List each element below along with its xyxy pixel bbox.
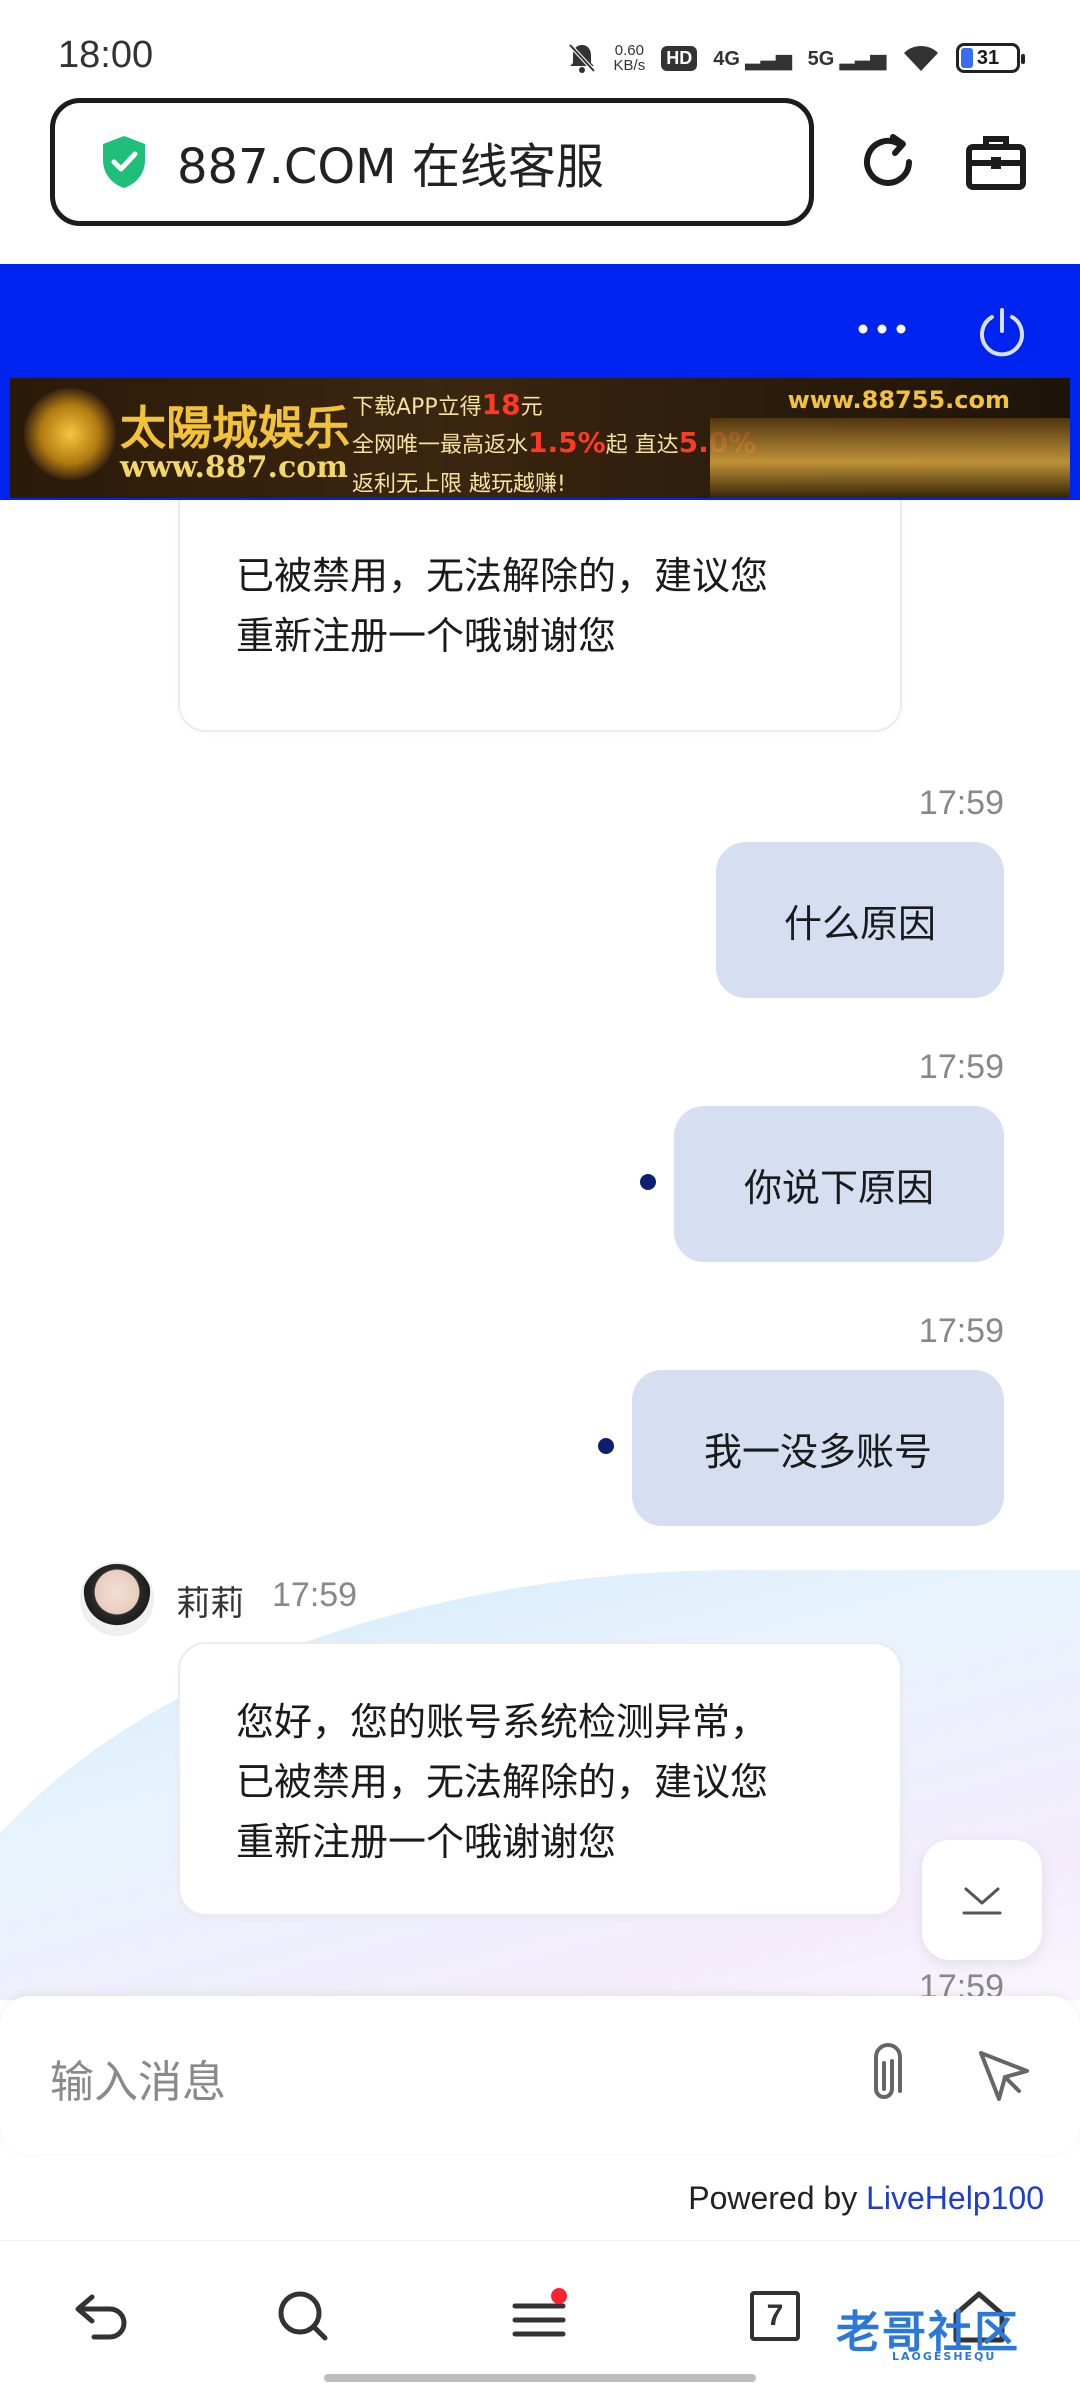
message-time: 17:59 xyxy=(918,1312,1004,1350)
unread-dot-icon xyxy=(598,1438,614,1454)
status-time: 18:00 xyxy=(58,34,154,76)
agent-message-bubble: 您好，您的账号系统检测异常， 已被禁用，无法解除的，建议您 重新注册一个哦谢谢您 xyxy=(178,1642,902,1916)
message-composer: 输入消息 xyxy=(0,1996,1080,2154)
more-icon xyxy=(858,324,906,334)
paperclip-icon xyxy=(874,2043,902,2099)
sun-logo-icon xyxy=(24,388,116,480)
chevron-down-icon xyxy=(962,1887,1002,1915)
more-button[interactable] xyxy=(852,304,912,354)
send-button[interactable] xyxy=(970,2042,1036,2108)
chat-area[interactable]: 已被禁用，无法解除的，建议您 重新注册一个哦谢谢您 17:59 什么原因 17:… xyxy=(0,500,1080,2000)
back-button[interactable] xyxy=(66,2281,136,2351)
search-button[interactable] xyxy=(268,2281,338,2351)
unread-dot-icon xyxy=(640,1174,656,1190)
refresh-button[interactable] xyxy=(852,126,924,198)
battery-icon: 31 xyxy=(956,43,1025,73)
casino-building-image xyxy=(710,418,1070,498)
power-icon xyxy=(980,308,1024,357)
refresh-icon xyxy=(864,134,912,186)
toolbox-button[interactable] xyxy=(960,126,1032,198)
banner-url-right: www.88755.com xyxy=(787,386,1010,414)
shield-check-icon xyxy=(103,136,145,188)
sim2-signal-icon: 5G ▂▃▅ xyxy=(807,47,886,70)
status-icons: 0.60 KB/s HD 4G ▂▃▅ 5G ▂▃▅ 31 xyxy=(566,36,1025,80)
banner-url-left: www.887.com xyxy=(120,450,348,485)
address-text: 887.COM 在线客服 xyxy=(177,139,604,195)
user-message-bubble: 你说下原因 xyxy=(674,1106,1004,1262)
menu-button[interactable] xyxy=(504,2281,574,2351)
send-icon xyxy=(979,2051,1029,2101)
watermark-logo: 老哥社区 LAOGESHEQU xyxy=(836,2307,1020,2363)
promo-banner[interactable]: 太陽城娛乐 www.887.com 下载APP立得18元 全网唯一最高返水1.5… xyxy=(10,378,1070,498)
user-message-bubble: 什么原因 xyxy=(716,842,1004,998)
message-time: 17:59 xyxy=(918,1048,1004,1086)
message-time: 17:59 xyxy=(272,1576,358,1614)
chat-header: 太陽城娛乐 www.887.com 下载APP立得18元 全网唯一最高返水1.5… xyxy=(0,264,1080,500)
powered-by: Powered by LiveHelp100 xyxy=(688,2180,1044,2216)
tab-count-badge: 7 xyxy=(750,2291,800,2341)
agent-message-bubble: 已被禁用，无法解除的，建议您 重新注册一个哦谢谢您 xyxy=(178,500,902,732)
banner-line-1: 下载APP立得18元 xyxy=(352,388,543,421)
address-bar[interactable]: 887.COM 在线客服 xyxy=(50,98,814,226)
home-indicator[interactable] xyxy=(324,2374,756,2382)
banner-logo-text: 太陽城娛乐 xyxy=(120,401,350,455)
agent-name: 莉莉 xyxy=(176,1584,244,1624)
menu-icon xyxy=(512,2288,567,2337)
message-time: 17:59 xyxy=(918,784,1004,822)
hd-icon: HD xyxy=(661,45,698,71)
net-speed: 0.60 KB/s xyxy=(613,42,646,74)
scroll-to-bottom-button[interactable] xyxy=(922,1840,1042,1960)
mute-bell-icon xyxy=(568,43,596,73)
user-message-bubble: 我一没多账号 xyxy=(632,1370,1004,1526)
power-button[interactable] xyxy=(970,300,1034,364)
attach-button[interactable] xyxy=(852,2040,916,2110)
sim1-signal-icon: 4G ▂▃▅ xyxy=(713,47,792,70)
livehelp-link[interactable]: LiveHelp100 xyxy=(866,2180,1044,2216)
toolbox-icon xyxy=(966,136,1026,190)
banner-line-3: 返利无上限 越玩越赚! xyxy=(352,472,566,497)
message-input[interactable]: 输入消息 xyxy=(50,2046,226,2110)
back-arrow-icon xyxy=(75,2294,127,2340)
search-icon xyxy=(278,2291,328,2341)
wifi-icon xyxy=(904,45,938,71)
status-bar: 18:00 0.60 KB/s HD 4G ▂▃▅ 5G ▂▃▅ 31 xyxy=(0,0,1080,100)
agent-avatar[interactable] xyxy=(80,1562,154,1636)
tabs-button[interactable]: 7 xyxy=(740,2281,810,2351)
banner-line-2: 全网唯一最高返水1.5%起 直达5.0% xyxy=(352,426,756,459)
